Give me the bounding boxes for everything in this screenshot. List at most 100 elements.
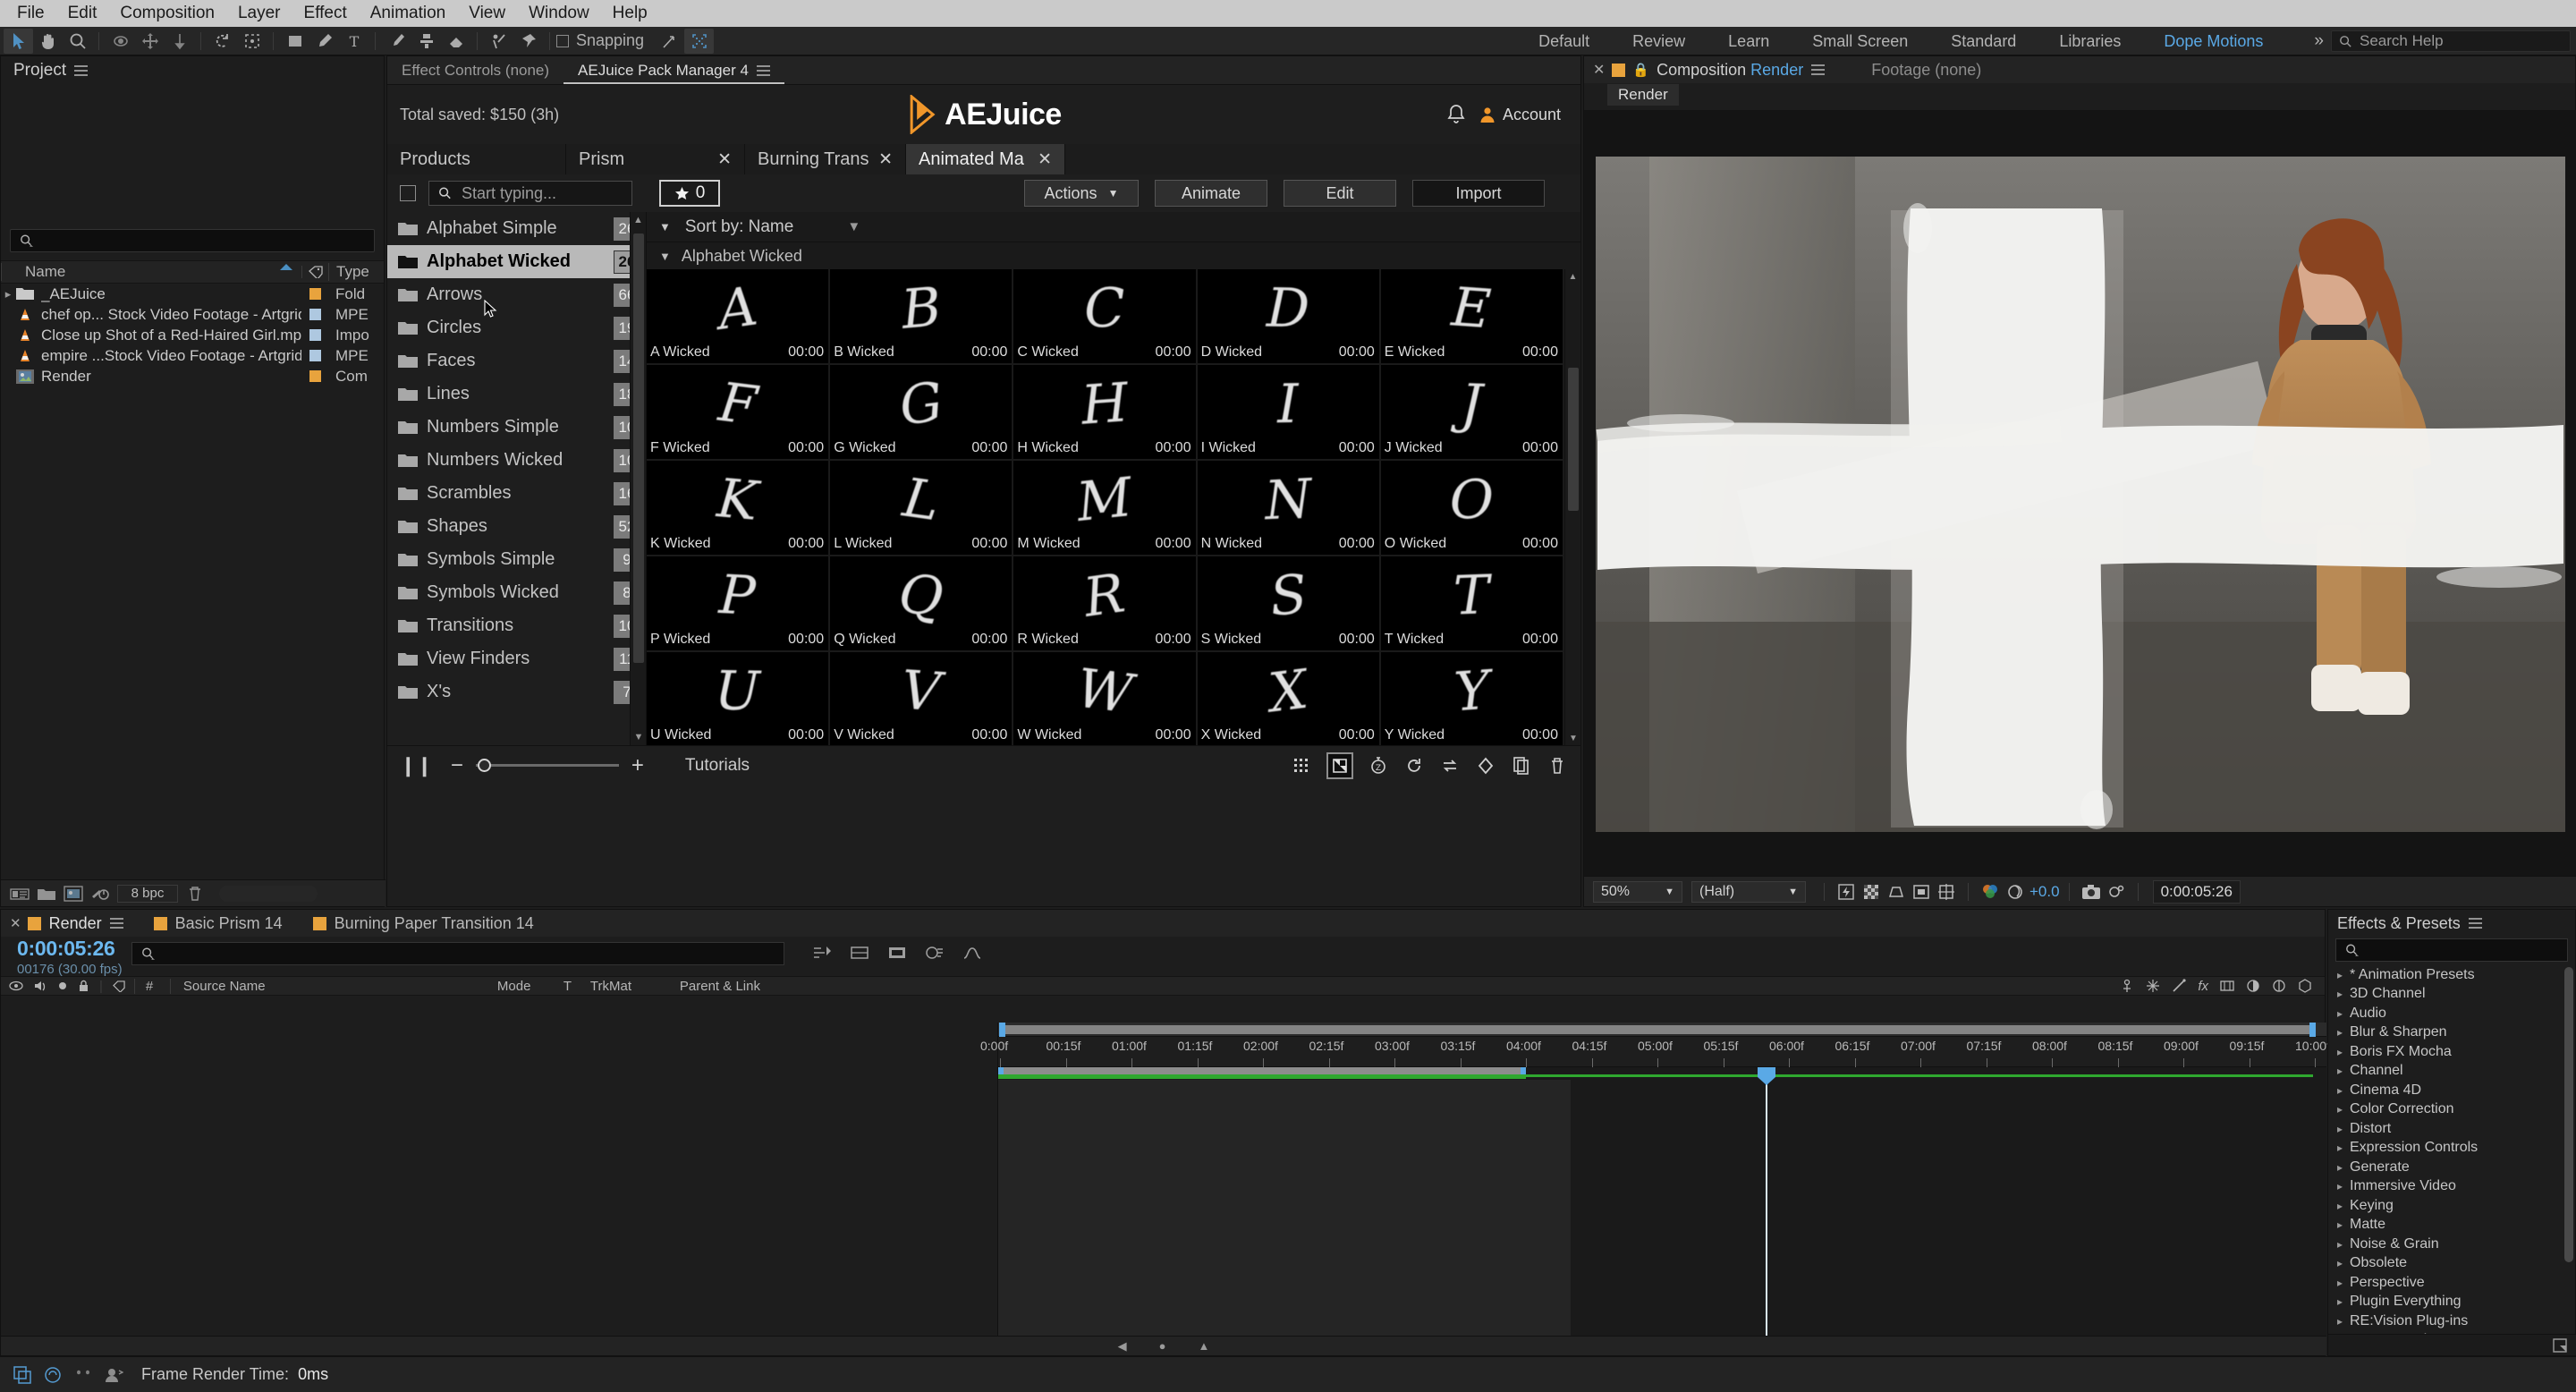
chevron-right-icon[interactable]: ▸ [2337,1142,2350,1154]
category-item-symbols-simple[interactable]: Symbols Simple 9 [387,543,646,576]
chevron-right-icon[interactable]: ▸ [2337,1238,2350,1251]
effects-category-row[interactable]: ▸ * Animation Presets [2328,965,2575,985]
navigator-end-handle[interactable] [2309,1023,2316,1037]
chevron-right-icon[interactable]: ▸ [2337,1180,2350,1193]
asset-cell[interactable]: G G Wicked 00:00 [830,365,1013,459]
project-row-label-swatch[interactable] [301,370,328,382]
effects-category-row[interactable]: ▸ Boris FX Mocha [2328,1042,2575,1062]
slider-knob[interactable] [477,759,491,772]
effects-category-row[interactable]: ▸ Matte [2328,1216,2575,1235]
workspace-menu-icon[interactable] [2292,33,2307,49]
brush-tool-icon[interactable] [382,29,411,54]
asset-cell[interactable]: AA Wicked 00:00 [647,269,829,363]
effects-category-row[interactable]: ▸ Cinema 4D [2328,1081,2575,1100]
workspace-overflow-icon[interactable]: » [2307,31,2331,51]
asset-cell[interactable]: HH Wicked 00:00 [1013,365,1196,459]
snapshot-icon[interactable] [2079,881,2104,903]
menu-item-edit[interactable]: Edit [56,0,109,27]
draft-3d-icon[interactable] [848,942,871,963]
category-item-view-finders[interactable]: View Finders 11 [387,642,646,675]
resolution-select[interactable]: (Half) ▼ [1691,880,1806,903]
duplicate-icon[interactable] [1511,755,1532,777]
project-settings-icon[interactable] [6,883,33,904]
label-color-icon[interactable] [113,980,126,992]
product-tab-prism[interactable]: Prism ✕ [566,144,745,174]
project-column-label[interactable] [301,266,328,278]
effects-category-row[interactable]: ▸ Color Correction [2328,1100,2575,1120]
effects-category-row[interactable]: ▸ Blur & Sharpen [2328,1023,2575,1043]
footage-tab[interactable]: Footage (none) [1871,61,1981,80]
tutorials-link[interactable]: Tutorials [685,756,750,776]
effects-category-row[interactable]: ▸ Noise & Grain [2328,1235,2575,1254]
effects-category-row[interactable]: ▸ Plugin Everything [2328,1293,2575,1312]
user-icon[interactable] [98,1363,129,1387]
zoom-tool-icon[interactable] [63,29,92,54]
timeline-navigator[interactable] [998,1023,2326,1037]
mask-path-icon[interactable] [1884,881,1909,903]
chevron-right-icon[interactable]: ▸ [2337,1046,2350,1058]
timeline-tab-render[interactable]: ✕ Render [10,914,123,933]
effects-scrollbar[interactable] [2564,967,2573,1262]
animate-button[interactable]: Animate [1155,180,1267,207]
chevron-right-icon[interactable]: ▸ [2337,1103,2350,1116]
asset-cell[interactable]: XX Wicked 00:00 [1197,652,1379,745]
effects-category-row[interactable]: ▸ Immersive Video [2328,1177,2575,1197]
category-item-faces[interactable]: Faces 14 [387,344,646,378]
chevron-right-icon[interactable]: ▸ [2337,1026,2350,1039]
asset-cell[interactable]: DD Wicked 00:00 [1197,269,1379,363]
effects-category-row[interactable]: ▸ Audio [2328,1004,2575,1023]
project-row[interactable]: chef op... Stock Video Footage - Artgrid… [1,304,384,325]
project-row-label-swatch[interactable] [301,329,328,341]
close-icon[interactable]: ✕ [869,149,893,170]
timeline-graph-area[interactable]: 0:00f 00:15f 01:00f 01:15f 02:00f 02:15f 03:00… [980,1023,2330,1337]
composition-breadcrumb-chip[interactable]: Render [1607,84,1679,106]
pixel-aspect-icon[interactable] [1934,881,1959,903]
menu-item-animation[interactable]: Animation [359,0,458,27]
channels-icon[interactable] [1978,881,2003,903]
category-item-arrows[interactable]: Arrows 66 [387,278,646,311]
effects-category-row[interactable]: ▸ Generate [2328,1158,2575,1177]
category-item-scrambles[interactable]: Scrambles 16 [387,477,646,510]
category-item-symbols-wicked[interactable]: Symbols Wicked 8 [387,576,646,609]
menu-item-effect[interactable]: Effect [292,0,359,27]
diamond-icon[interactable] [1475,755,1496,777]
project-scrollbar[interactable] [219,885,318,902]
corner-view-icon[interactable] [1326,751,1353,779]
close-icon[interactable]: ✕ [10,915,21,931]
menu-item-view[interactable]: View [457,0,517,27]
hand-tool-icon[interactable] [33,29,63,54]
refresh-icon[interactable] [1403,755,1425,777]
aejuice-search-input[interactable]: Start typing... [428,181,632,206]
category-item-alphabet-simple[interactable]: Alphabet Simple 26 [387,212,646,245]
composition-tab-label[interactable]: Composition Render [1657,61,1803,80]
fast-preview-icon[interactable] [1834,881,1859,903]
asset-cell[interactable]: UU Wicked 00:00 [647,652,829,745]
chevron-right-icon[interactable]: ▸ [2337,969,2350,981]
work-area-end[interactable] [1521,1067,1526,1074]
chevron-right-icon[interactable]: ▸ [2337,1257,2350,1269]
workspace-small-screen[interactable]: Small Screen [1791,27,1929,55]
chevron-right-icon[interactable]: ▸ [2337,1277,2350,1289]
transparency-grid-icon[interactable] [1859,881,1884,903]
category-item-circles[interactable]: Circles 19 [387,311,646,344]
chevron-right-icon[interactable]: ▸ [2337,1123,2350,1135]
star-shape-icon[interactable] [2146,979,2160,993]
menu-item-layer[interactable]: Layer [226,0,292,27]
exposure-icon[interactable] [2003,881,2028,903]
chevron-right-icon[interactable]: ▸ [2337,1084,2350,1097]
pause-icon[interactable]: ❙❙ [400,754,433,777]
notifications-bell-icon[interactable] [1446,104,1466,125]
project-row[interactable]: empire ...Stock Video Footage - Artgrid.… [1,345,384,366]
asset-cell[interactable]: I I Wicked 00:00 [1197,365,1379,459]
select-all-checkbox[interactable] [400,185,416,201]
category-item-transitions[interactable]: Transitions 10 [387,609,646,642]
puppet-pin-tool-icon[interactable] [513,29,543,54]
category-item-numbers-wicked[interactable]: Numbers Wicked 10 [387,444,646,477]
timeline-search-input[interactable] [131,942,784,965]
timeline-tab-burning-paper[interactable]: Burning Paper Transition 14 [312,914,534,933]
workspace-review[interactable]: Review [1611,27,1707,55]
shape-tool-icon[interactable] [280,29,309,54]
rotation-tool-icon[interactable] [208,29,237,54]
chevron-right-icon[interactable]: ▸ [2337,988,2350,1000]
chevron-right-icon[interactable]: ▸ [2337,1007,2350,1020]
